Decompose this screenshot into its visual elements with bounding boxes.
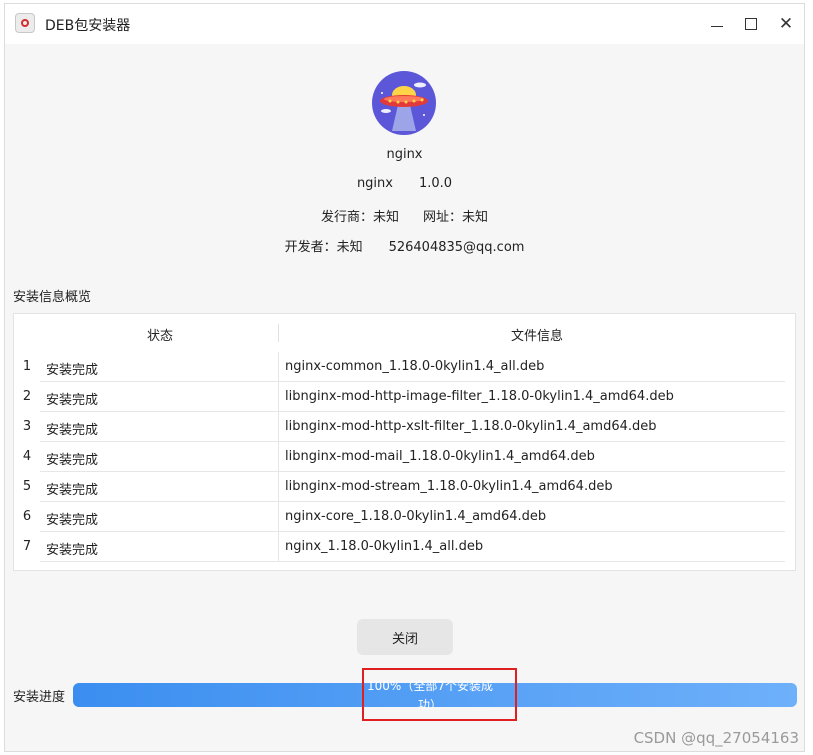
developer-line: 开发者：未知 526404835@qq.com (5, 236, 804, 255)
highlight-annotation-box (362, 668, 517, 721)
table-row[interactable]: 5 安装完成 libnginx-mod-stream_1.18.0-0kylin1.… (14, 472, 795, 502)
status-text: 安装完成 (46, 543, 99, 558)
package-name-version: nginx 1.0.0 (5, 176, 804, 191)
package-name: nginx (386, 147, 423, 162)
status-cell: 安装完成 (40, 352, 279, 382)
window-title: DEB包安装器 (45, 18, 131, 34)
row-index: 5 (22, 479, 32, 494)
row-index: 4 (22, 449, 32, 464)
file-cell: nginx-core_1.18.0-0kylin1.4_amd64.deb (279, 502, 785, 532)
table-row[interactable]: 2 安装完成 libnginx-mod-http-image-filter_1.18… (14, 382, 795, 412)
title-bar: DEB包安装器 ✕ (5, 4, 804, 44)
file-cell: nginx-common_1.18.0-0kylin1.4_all.deb (279, 352, 785, 382)
table-row[interactable]: 7 安装完成 nginx_1.18.0-0kylin1.4_all.deb (14, 532, 795, 562)
file-name: nginx-core_1.18.0-0kylin1.4_amd64.deb (285, 509, 547, 524)
status-text: 安装完成 (46, 483, 99, 498)
file-name: libnginx-mod-http-image-filter_1.18.0-0k… (285, 389, 674, 404)
developer-label: 开发者： (284, 240, 337, 255)
website-label: 网址： (423, 210, 463, 225)
status-cell: 安装完成 (40, 382, 279, 412)
status-cell: 安装完成 (40, 412, 279, 442)
developer-value: 未知 (336, 240, 363, 255)
row-index: 1 (22, 359, 32, 374)
watermark: CSDN @qq_27054163 (633, 729, 799, 747)
publisher-website-line: 发行商：未知 网址：未知 (5, 206, 804, 225)
install-overview-table: 状态 文件信息 1 安装完成 nginx-common_1.18.0-0kylin1… (13, 313, 796, 571)
column-header-status[interactable]: 状态 (147, 325, 173, 344)
file-cell: libnginx-mod-http-image-filter_1.18.0-0k… (279, 382, 785, 412)
close-button[interactable]: 关闭 (357, 619, 453, 655)
file-name: libnginx-mod-http-xslt-filter_1.18.0-0ky… (285, 419, 657, 434)
installer-window: DEB包安装器 ✕ nginx nginx 1.0.0 发行商：未知 网址：未知 开… (4, 3, 805, 752)
overview-title: 安装信息概览 (13, 290, 92, 305)
close-window-button[interactable]: ✕ (774, 12, 798, 36)
minimize-button[interactable] (705, 12, 729, 36)
row-index: 2 (22, 389, 32, 404)
app-icon (15, 13, 35, 33)
status-text: 安装完成 (46, 513, 99, 528)
close-icon: ✕ (778, 14, 794, 34)
developer-email: 526404835@qq.com (388, 240, 525, 255)
status-cell: 安装完成 (40, 442, 279, 472)
progress-label: 安装进度 (13, 690, 66, 705)
file-cell: libnginx-mod-stream_1.18.0-0kylin1.4_amd… (279, 472, 785, 502)
package-name-short: nginx (356, 176, 393, 191)
status-cell: 安装完成 (40, 532, 279, 562)
maximize-icon (745, 18, 757, 30)
table-row[interactable]: 3 安装完成 libnginx-mod-http-xslt-filter_1.18.… (14, 412, 795, 442)
package-logo-icon (372, 71, 436, 135)
table-row[interactable]: 1 安装完成 nginx-common_1.18.0-0kylin1.4_all.d… (14, 352, 795, 382)
status-text: 安装完成 (46, 423, 99, 438)
file-name: libnginx-mod-mail_1.18.0-0kylin1.4_amd64… (285, 449, 595, 464)
status-text: 安装完成 (46, 363, 99, 378)
publisher-label: 发行商： (320, 210, 373, 225)
column-divider[interactable] (278, 324, 279, 342)
maximize-button[interactable] (739, 12, 763, 36)
table-header: 状态 文件信息 (14, 314, 795, 352)
file-cell: nginx_1.18.0-0kylin1.4_all.deb (279, 532, 785, 562)
status-text: 安装完成 (46, 453, 99, 468)
file-cell: libnginx-mod-mail_1.18.0-0kylin1.4_amd64… (279, 442, 785, 472)
publisher-value: 未知 (372, 210, 399, 225)
file-cell: libnginx-mod-http-xslt-filter_1.18.0-0ky… (279, 412, 785, 442)
file-name: libnginx-mod-stream_1.18.0-0kylin1.4_amd… (285, 479, 613, 494)
row-index: 7 (22, 539, 32, 554)
table-row[interactable]: 6 安装完成 nginx-core_1.18.0-0kylin1.4_amd64.d… (14, 502, 795, 532)
file-name: nginx-common_1.18.0-0kylin1.4_all.deb (285, 359, 545, 374)
website-value: 未知 (462, 210, 489, 225)
minimize-icon (711, 25, 723, 27)
status-cell: 安装完成 (40, 472, 279, 502)
row-index: 3 (22, 419, 32, 434)
package-version: 1.0.0 (418, 176, 453, 191)
row-index: 6 (22, 509, 32, 524)
column-header-file[interactable]: 文件信息 (511, 325, 563, 344)
status-cell: 安装完成 (40, 502, 279, 532)
file-name: nginx_1.18.0-0kylin1.4_all.deb (285, 539, 484, 554)
status-text: 安装完成 (46, 393, 99, 408)
table-row[interactable]: 4 安装完成 libnginx-mod-mail_1.18.0-0kylin1.4_… (14, 442, 795, 472)
